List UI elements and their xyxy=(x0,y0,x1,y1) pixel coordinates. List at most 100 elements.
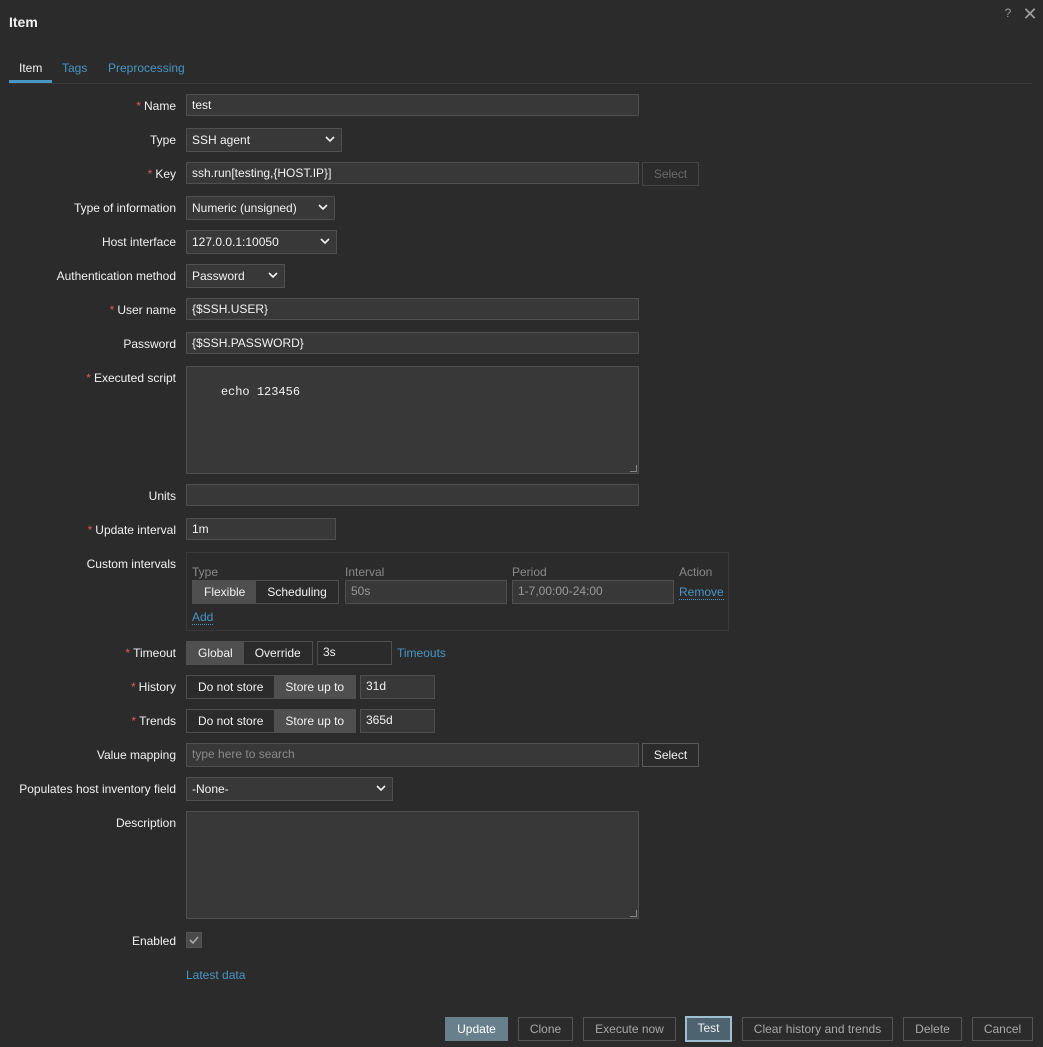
password-input[interactable]: {$SSH.PASSWORD} xyxy=(186,332,639,354)
help-icon[interactable]: ? xyxy=(1002,6,1014,22)
type-of-information-select[interactable]: Numeric (unsigned) xyxy=(186,196,335,220)
ci-header-period: Period xyxy=(512,565,547,579)
timeouts-link[interactable]: Timeouts xyxy=(397,646,446,660)
custom-intervals-table: Type Interval Period Action Flexible Sch… xyxy=(186,552,729,631)
timeout-toggle: Global Override xyxy=(186,641,313,665)
trends-store-up-to-option[interactable]: Store up to xyxy=(274,710,356,732)
auth-method-select[interactable]: Password xyxy=(186,264,285,288)
executed-script-text: echo 123456 xyxy=(220,385,301,399)
chevron-down-icon xyxy=(320,238,330,245)
dialog-title: Item xyxy=(9,14,38,30)
delete-button[interactable]: Delete xyxy=(903,1017,962,1041)
clone-button[interactable]: Clone xyxy=(518,1017,573,1041)
trends-do-not-store-option[interactable]: Do not store xyxy=(187,710,275,732)
required-marker: * xyxy=(86,371,91,385)
ci-remove-link[interactable]: Remove xyxy=(679,585,724,600)
trends-input[interactable]: 365d xyxy=(360,709,435,733)
host-interface-select[interactable]: 127.0.0.1:10050 xyxy=(186,230,337,254)
enabled-checkbox[interactable] xyxy=(186,932,202,948)
test-button[interactable]: Test xyxy=(685,1016,732,1042)
name-label: * Name xyxy=(136,99,176,113)
type-of-information-label: Type of information xyxy=(73,201,176,215)
timeout-global-option[interactable]: Global xyxy=(187,642,244,664)
ci-interval-input[interactable]: 50s xyxy=(345,580,507,604)
ci-header-action: Action xyxy=(679,565,713,579)
executed-script-label: * Executed script xyxy=(86,371,176,385)
key-input[interactable]: ssh.run[testing,{HOST.IP}] xyxy=(186,162,639,184)
ci-type-toggle: Flexible Scheduling xyxy=(192,580,339,604)
required-marker: * xyxy=(147,167,153,181)
close-icon[interactable]: ✕ xyxy=(1022,5,1038,23)
custom-intervals-label: Custom intervals xyxy=(86,557,176,571)
history-do-not-store-option[interactable]: Do not store xyxy=(187,676,275,698)
type-of-information-value: Numeric (unsigned) xyxy=(192,201,297,215)
timeout-override-option[interactable]: Override xyxy=(243,642,312,664)
host-interface-label: Host interface xyxy=(101,235,176,249)
chevron-down-icon xyxy=(268,272,278,279)
history-store-up-to-option[interactable]: Store up to xyxy=(274,676,356,698)
password-label: Password xyxy=(123,337,176,351)
required-marker: * xyxy=(125,646,131,660)
enabled-label: Enabled xyxy=(131,934,176,948)
required-marker: * xyxy=(136,99,141,113)
inventory-field-value: -None- xyxy=(192,782,229,796)
execute-now-button[interactable]: Execute now xyxy=(583,1017,676,1041)
cancel-button[interactable]: Cancel xyxy=(972,1017,1033,1041)
resize-grip-icon[interactable] xyxy=(630,465,637,472)
chevron-down-icon xyxy=(318,204,328,211)
item-dialog: Item ? ✕ Item Tags Preprocessing * Name t… xyxy=(0,0,1043,1047)
latest-data-link[interactable]: Latest data xyxy=(186,968,245,982)
ci-header-interval: Interval xyxy=(345,565,385,579)
required-marker: * xyxy=(87,523,93,537)
clear-history-button[interactable]: Clear history and trends xyxy=(742,1017,893,1041)
host-interface-value: 127.0.0.1:10050 xyxy=(192,235,279,249)
dialog-footer: Update Clone Execute now Test Clear hist… xyxy=(0,1009,1043,1047)
units-input[interactable] xyxy=(186,484,639,506)
chevron-down-icon xyxy=(376,785,386,792)
resize-grip-icon[interactable] xyxy=(630,910,637,917)
name-input[interactable]: test xyxy=(186,94,639,116)
value-mapping-search-input[interactable]: type here to search xyxy=(186,743,639,767)
user-name-label: * User name xyxy=(109,303,176,317)
update-interval-label: * Update interval xyxy=(87,523,176,537)
update-button[interactable]: Update xyxy=(445,1017,508,1041)
check-mark-icon xyxy=(189,936,199,945)
active-tab-indicator xyxy=(9,80,52,83)
ci-header-type: Type xyxy=(192,565,219,579)
update-interval-input[interactable]: 1m xyxy=(186,518,336,540)
auth-method-label: Authentication method xyxy=(56,269,176,283)
type-select-value: SSH agent xyxy=(192,133,251,147)
description-label: Description xyxy=(115,816,176,830)
units-label: Units xyxy=(148,489,176,503)
key-label: * Key xyxy=(147,167,176,181)
required-marker: * xyxy=(109,303,115,317)
ci-scheduling-option[interactable]: Scheduling xyxy=(256,581,338,603)
inventory-field-label: Populates host inventory field xyxy=(19,782,176,796)
tab-preprocessing[interactable]: Preprocessing xyxy=(108,61,185,75)
value-mapping-label: Value mapping xyxy=(96,748,176,762)
trends-label: * Trends xyxy=(131,714,176,728)
history-toggle: Do not store Store up to xyxy=(186,675,357,699)
tab-item[interactable]: Item xyxy=(19,61,42,75)
executed-script-textarea[interactable]: echo 123456 xyxy=(186,366,639,474)
user-name-input[interactable]: {$SSH.USER} xyxy=(186,298,639,320)
ci-period-input[interactable]: 1-7,00:00-24:00 xyxy=(512,580,674,604)
description-textarea[interactable] xyxy=(186,811,639,919)
auth-method-value: Password xyxy=(192,269,245,283)
ci-add-link[interactable]: Add xyxy=(192,610,214,625)
type-select[interactable]: SSH agent xyxy=(186,128,342,152)
tab-bar: Item Tags Preprocessing xyxy=(9,56,1032,84)
required-marker: * xyxy=(130,680,136,694)
inventory-field-select[interactable]: -None- xyxy=(186,777,393,801)
history-input[interactable]: 31d xyxy=(360,675,435,699)
ci-flexible-option[interactable]: Flexible xyxy=(193,581,257,603)
value-mapping-select-button[interactable]: Select xyxy=(642,743,699,767)
key-select-button[interactable]: Select xyxy=(642,162,699,186)
tab-tags[interactable]: Tags xyxy=(62,61,87,75)
timeout-input[interactable]: 3s xyxy=(317,641,392,665)
type-label: Type xyxy=(149,133,176,147)
required-marker: * xyxy=(131,714,137,728)
timeout-label: * Timeout xyxy=(125,646,176,660)
trends-toggle: Do not store Store up to xyxy=(186,709,357,733)
chevron-down-icon xyxy=(325,136,335,143)
